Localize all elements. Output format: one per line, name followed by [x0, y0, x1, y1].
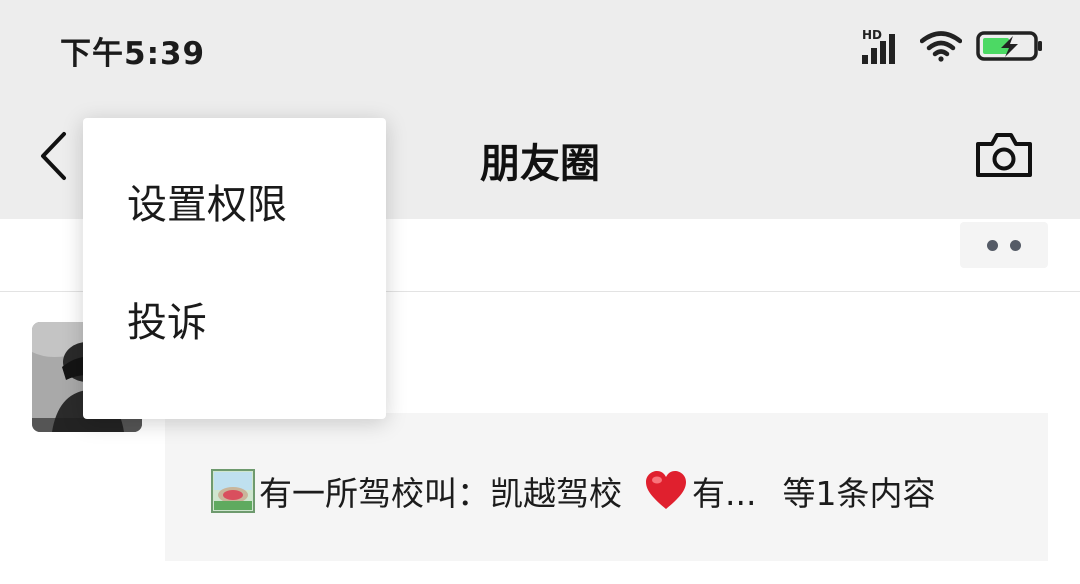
menu-item-report[interactable]: 投诉 — [127, 290, 207, 348]
menu-item-permissions[interactable]: 设置权限 — [127, 172, 287, 230]
collapsed-content-card[interactable]: 有一所驾校叫：凯越驾校 有... 等1条内容 — [165, 413, 1048, 561]
popup-menu: 设置权限 投诉 — [83, 118, 386, 419]
collapsed-summary: 有一所驾校叫：凯越驾校 有... 等1条内容 — [211, 467, 935, 515]
summary-text: 有一所驾校叫：凯越驾校 — [259, 474, 622, 513]
status-time: 下午5:39 — [60, 36, 206, 72]
content-count: 等1条内容 — [782, 474, 936, 513]
status-icons: HD — [862, 28, 1044, 64]
image-thumbnail-icon — [211, 469, 259, 513]
truncated-text: 有... — [692, 474, 757, 513]
signal-icon: HD — [862, 28, 906, 64]
heart-icon — [622, 469, 692, 513]
wifi-icon — [920, 30, 962, 62]
battery-charging-icon — [976, 30, 1044, 62]
more-dots-icon[interactable] — [960, 222, 1048, 268]
camera-icon[interactable] — [974, 130, 1034, 180]
